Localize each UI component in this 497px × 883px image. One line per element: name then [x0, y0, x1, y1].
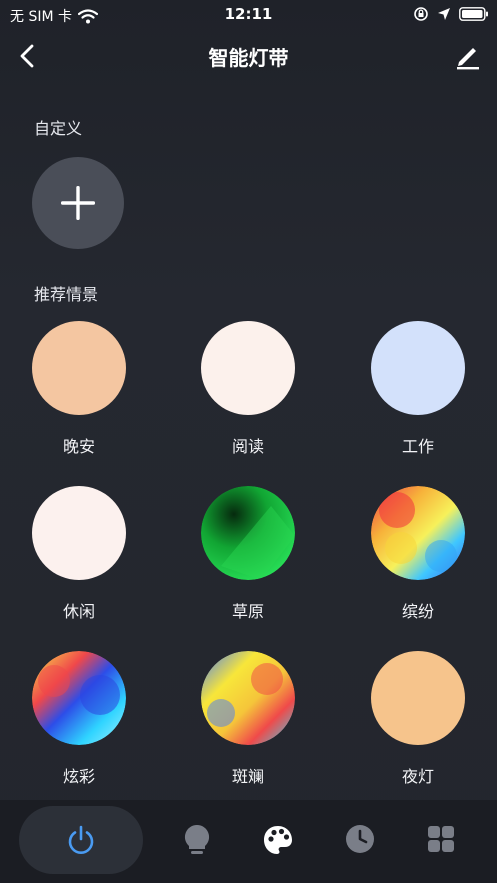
tab-bulb[interactable] [172, 806, 222, 874]
scene-color-swatch[interactable] [371, 321, 465, 415]
scene-color-swatch[interactable] [32, 486, 126, 580]
status-bar: 无 SIM 卡 12:11 [0, 0, 497, 30]
scene-color-swatch[interactable] [201, 486, 295, 580]
scene-reading[interactable]: 阅读 [178, 321, 318, 471]
scene-color-swatch[interactable] [201, 651, 295, 745]
scene-night-light[interactable]: 夜灯 [348, 651, 488, 801]
scene-label: 缤纷 [401, 602, 434, 621]
tab-timer[interactable] [335, 806, 385, 874]
screen: 无 SIM 卡 12:11 智能灯带 自定义 推荐情景 晚安 阅读 工作 休闲 … [0, 0, 497, 883]
scene-work[interactable]: 工作 [348, 321, 488, 471]
scene-color-swatch[interactable] [371, 486, 465, 580]
scene-label: 草原 [231, 602, 264, 621]
tab-power[interactable] [19, 806, 143, 874]
tab-more[interactable] [416, 806, 466, 874]
pencil-icon[interactable] [453, 40, 483, 70]
status-right [413, 6, 489, 22]
scene-label: 晚安 [62, 437, 95, 456]
scene-color-swatch[interactable] [32, 651, 126, 745]
scene-label: 夜灯 [401, 767, 434, 786]
scene-color-swatch[interactable] [32, 321, 126, 415]
scene-color-swatch[interactable] [201, 321, 295, 415]
lightbulb-icon [184, 824, 210, 854]
palette-icon [264, 826, 292, 854]
tab-palette[interactable] [253, 806, 303, 874]
custom-section-title: 自定义 [34, 119, 83, 138]
add-custom-scene-button[interactable] [32, 157, 124, 249]
scene-good-night[interactable]: 晚安 [9, 321, 149, 471]
scene-color-swatch[interactable] [371, 651, 465, 745]
grid-icon [428, 826, 454, 852]
scene-label: 炫彩 [62, 767, 95, 786]
scene-label: 工作 [401, 437, 434, 456]
tab-bar [0, 800, 497, 883]
power-icon [68, 825, 94, 854]
scene-grassland[interactable]: 草原 [178, 486, 318, 636]
battery-icon [459, 7, 488, 21]
nav-bar: 智能灯带 [0, 32, 497, 78]
scene-label: 阅读 [231, 437, 264, 456]
scene-label: 休闲 [62, 602, 95, 621]
recommended-section-title: 推荐情景 [34, 285, 99, 304]
page-title: 智能灯带 [208, 46, 289, 70]
clock-icon [346, 825, 374, 853]
scene-leisure[interactable]: 休闲 [9, 486, 149, 636]
location-icon [438, 8, 450, 20]
scene-dazzling[interactable]: 炫彩 [9, 651, 149, 801]
scene-label: 斑斓 [231, 767, 264, 786]
scene-colorful[interactable]: 缤纷 [348, 486, 488, 636]
plus-icon [61, 186, 95, 220]
rotation-lock-icon [414, 7, 428, 21]
scene-gorgeous[interactable]: 斑斓 [178, 651, 318, 801]
